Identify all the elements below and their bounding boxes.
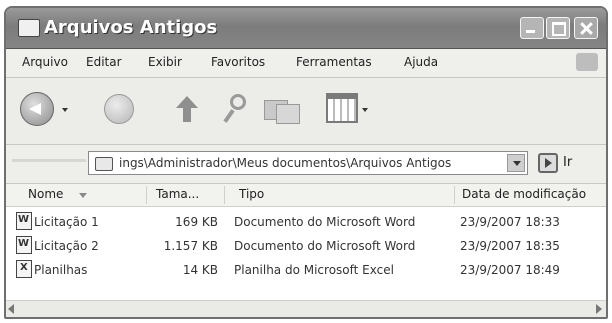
menu-favoritos[interactable]: Favoritos <box>211 55 265 69</box>
file-name: Licitação 2 <box>34 239 99 253</box>
up-folder-icon[interactable] <box>176 96 198 122</box>
go-button-label[interactable]: Ir <box>563 155 572 170</box>
search-icon[interactable] <box>224 94 250 124</box>
window-title: Arquivos Antigos <box>44 17 218 38</box>
sort-ascending-icon <box>79 193 87 198</box>
column-tipo[interactable]: Tipo <box>239 187 264 201</box>
back-icon[interactable] <box>20 92 54 126</box>
menu-ajuda[interactable]: Ajuda <box>404 55 438 69</box>
file-list: Nome Tama... Tipo Data de modificação Li… <box>6 184 606 317</box>
views-icon[interactable] <box>326 93 358 123</box>
address-dropdown-button[interactable] <box>507 154 525 172</box>
word-doc-icon <box>16 236 32 254</box>
menu-editar[interactable]: Editar <box>86 55 122 69</box>
menu-exibir[interactable]: Exibir <box>148 55 182 69</box>
forward-icon[interactable] <box>104 94 134 124</box>
minimize-button[interactable] <box>520 17 544 39</box>
address-label-area <box>12 159 86 162</box>
address-bar: ings\Administrador\Meus documentos\Arqui… <box>6 145 606 184</box>
scroll-left-icon[interactable] <box>8 304 14 314</box>
maximize-button[interactable] <box>546 17 570 39</box>
column-tamanho[interactable]: Tama... <box>156 187 199 201</box>
column-divider[interactable] <box>454 186 455 204</box>
file-type: Planilha do Microsoft Excel <box>234 263 394 277</box>
menu-bar: Arquivo Editar Exibir Favoritos Ferramen… <box>6 49 606 78</box>
toolbar <box>6 78 606 145</box>
explorer-window: Arquivos Antigos Arquivo Editar Exibir F… <box>4 6 608 319</box>
windows-logo-icon <box>576 53 598 71</box>
word-doc-icon <box>16 212 32 230</box>
file-name: Licitação 1 <box>34 215 99 229</box>
file-size: 169 KB <box>175 215 218 229</box>
excel-sheet-icon <box>16 260 32 278</box>
scroll-right-icon[interactable] <box>596 304 602 314</box>
file-row[interactable]: Licitação 1 169 KB Documento do Microsof… <box>6 212 606 234</box>
views-dropdown-icon[interactable] <box>362 108 368 112</box>
column-header-row: Nome Tama... Tipo Data de modificação <box>6 184 606 207</box>
close-button[interactable] <box>574 17 598 39</box>
file-row[interactable]: Licitação 2 1.157 KB Documento do Micros… <box>6 236 606 258</box>
file-size: 1.157 KB <box>163 239 218 253</box>
file-type: Documento do Microsoft Word <box>234 215 416 229</box>
go-arrow-icon[interactable] <box>538 153 558 173</box>
file-size: 14 KB <box>182 263 218 277</box>
folders-icon[interactable] <box>264 94 300 124</box>
file-modified: 23/9/2007 18:35 <box>460 239 560 253</box>
column-data-modificacao[interactable]: Data de modificação <box>462 187 586 201</box>
file-name: Planilhas <box>34 263 88 277</box>
file-row[interactable]: Planilhas 14 KB Planilha do Microsoft Ex… <box>6 260 606 282</box>
folder-location-icon <box>95 157 113 171</box>
column-nome[interactable]: Nome <box>28 187 63 201</box>
file-modified: 23/9/2007 18:33 <box>460 215 560 229</box>
address-input[interactable]: ings\Administrador\Meus documentos\Arqui… <box>88 151 528 175</box>
title-bar[interactable]: Arquivos Antigos <box>6 8 606 49</box>
menu-arquivo[interactable]: Arquivo <box>22 55 68 69</box>
file-modified: 23/9/2007 18:49 <box>460 263 560 277</box>
column-divider[interactable] <box>146 186 147 204</box>
horizontal-scrollbar[interactable] <box>6 300 606 317</box>
menu-ferramentas[interactable]: Ferramentas <box>296 55 372 69</box>
folder-window-icon <box>18 19 40 37</box>
column-divider[interactable] <box>224 186 225 204</box>
address-path: ings\Administrador\Meus documentos\Arqui… <box>119 156 452 170</box>
file-type: Documento do Microsoft Word <box>234 239 416 253</box>
back-dropdown-icon[interactable] <box>62 108 68 112</box>
